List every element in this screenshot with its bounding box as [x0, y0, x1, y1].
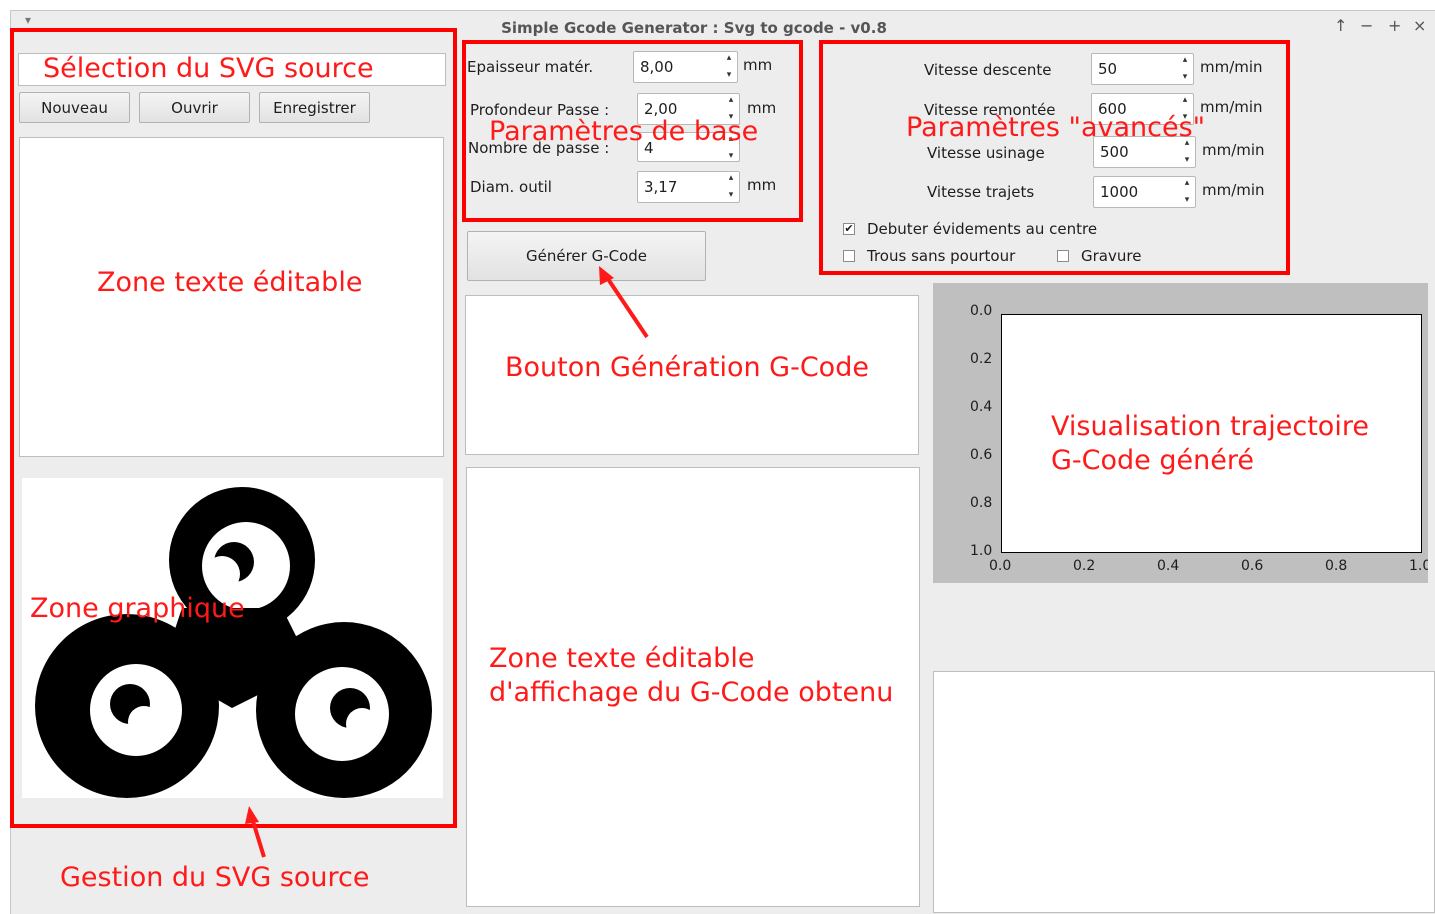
arrow-icon	[245, 266, 649, 858]
annotation-arrows	[245, 266, 649, 858]
